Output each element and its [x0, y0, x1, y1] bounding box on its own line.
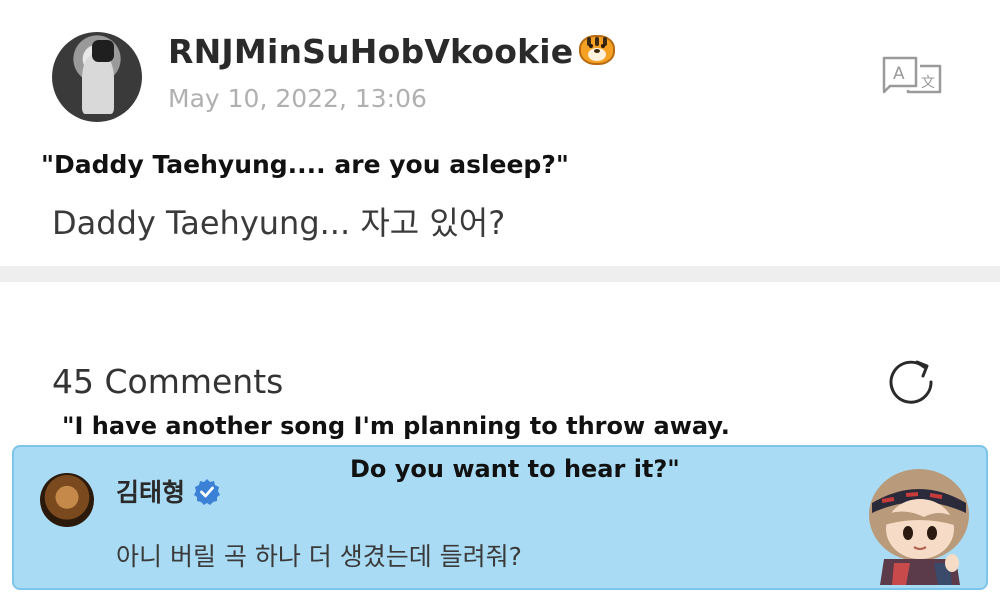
commenter-name[interactable]: 김태형 — [116, 473, 221, 509]
post-author-name[interactable]: RNJMinSuHobVkookie — [168, 32, 617, 71]
comment-caption-translation-line1: "I have another song I'm planning to thr… — [62, 412, 730, 440]
translate-icon[interactable]: A 文 — [880, 52, 944, 96]
avatar-figure — [82, 54, 114, 114]
comments-count: 45 Comments — [52, 362, 284, 401]
chibi-character-sticker — [854, 455, 984, 585]
commenter-name-text: 김태형 — [116, 478, 186, 507]
comment-body-text: 아니 버릴 곡 하나 더 생겼는데 들려줘? — [116, 542, 522, 571]
post-body-text: Daddy Taehyung... 자고 있어? — [52, 204, 506, 242]
svg-text:A: A — [893, 64, 905, 84]
commenter-avatar[interactable] — [40, 473, 94, 527]
comment-caption-translation-line2: Do you want to hear it?" — [350, 455, 680, 483]
post-timestamp: May 10, 2022, 13:06 — [168, 84, 427, 113]
svg-text:文: 文 — [921, 75, 935, 91]
post-author-name-text: RNJMinSuHobVkookie — [168, 32, 574, 71]
post-card: RNJMinSuHobVkookie May 10, 2022, 13:06 A… — [0, 0, 1000, 266]
verified-badge-icon — [193, 478, 221, 506]
comments-section: 45 Comments 김태형 아니 버릴 곡 하나 더 생겼는데 들려줘? "… — [0, 282, 1000, 608]
post-caption-translation: "Daddy Taehyung.... are you asleep?" — [41, 150, 569, 179]
post-author-avatar[interactable] — [52, 32, 142, 122]
tiger-face-icon — [577, 33, 617, 67]
refresh-icon[interactable] — [884, 356, 942, 408]
section-divider — [0, 266, 1000, 282]
avatar-hand — [92, 40, 114, 62]
